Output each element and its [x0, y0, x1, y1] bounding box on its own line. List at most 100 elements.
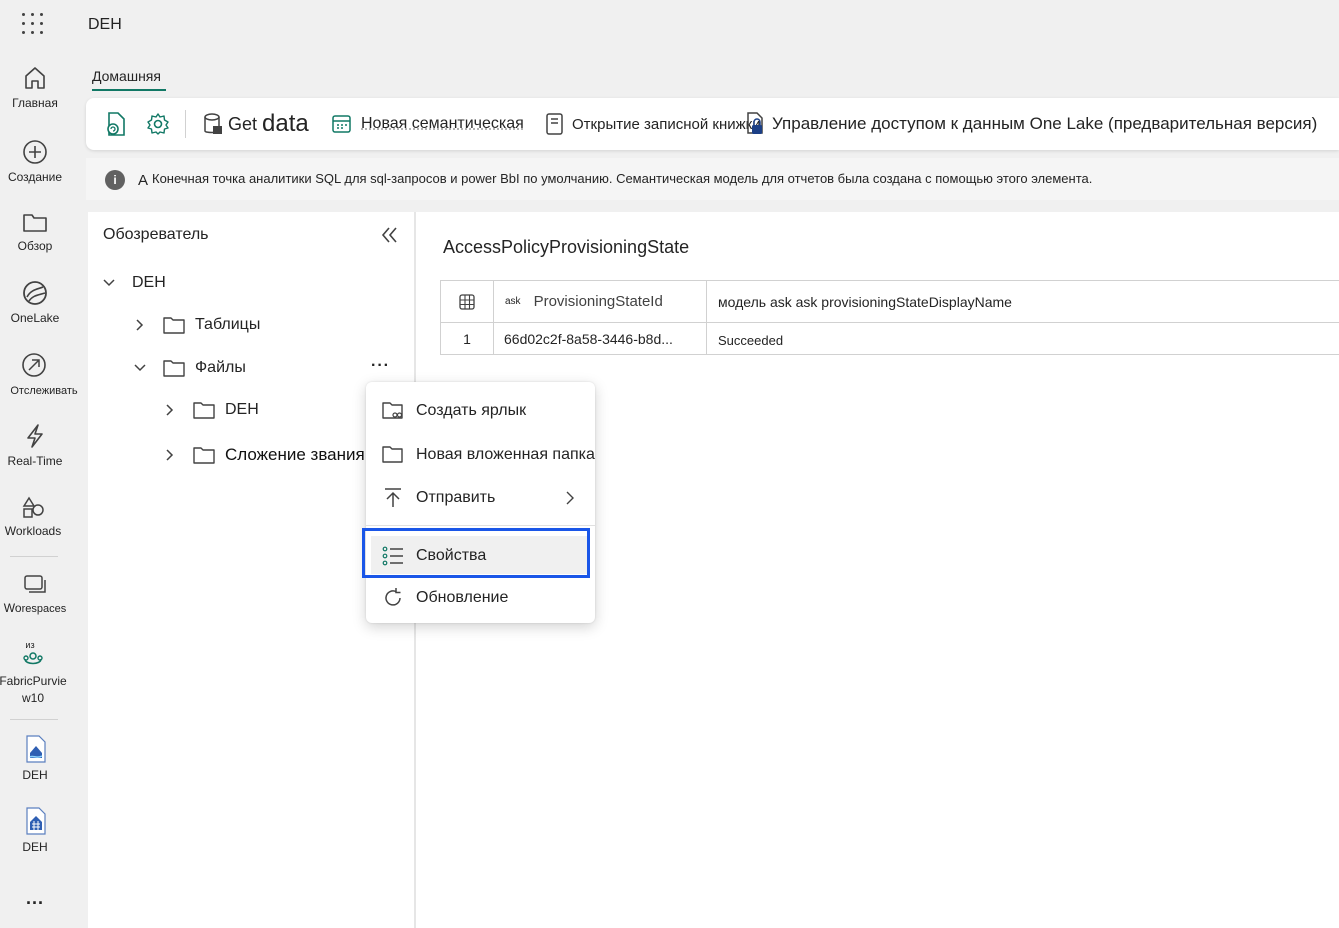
semantic-model-icon	[332, 115, 351, 133]
rail-workspace-fabric[interactable]: из FabricPurvie w10	[0, 640, 68, 706]
rail-browse-label: Обзор	[17, 239, 53, 253]
tree-item-deh-folder[interactable]: DEH	[163, 401, 259, 419]
onelake-icon	[23, 281, 47, 305]
rail-workspaces-label-b: respaces	[21, 603, 67, 615]
open-notebook-label: Открытие записной книжки	[572, 115, 761, 133]
rail-realtime[interactable]: Real-Time	[0, 422, 70, 468]
onelake-access-label: Управление доступом к данным One Lake (п…	[772, 114, 1318, 133]
rail-onelake-label: OneLake	[10, 311, 60, 325]
grid-corner[interactable]	[440, 280, 494, 323]
lock-document-icon	[747, 112, 763, 134]
files-more-options-button[interactable]: ···	[371, 357, 390, 375]
properties-highlight-box	[362, 528, 590, 578]
column-header-label: модель ask ask provisioningStateDisplayN…	[718, 293, 1012, 310]
menu-new-subfolder[interactable]: Новая вложенная папка	[366, 437, 595, 473]
ribbon-toolbar: Get data Новая семантическая Открытие за…	[86, 98, 1339, 150]
tree-item-tables-label: Таблицы	[195, 316, 261, 333]
rail-workspaces[interactable]: Worespaces	[0, 571, 70, 615]
chevron-right-icon	[136, 319, 144, 331]
chevron-right-icon	[566, 491, 574, 505]
menu-refresh[interactable]: Обновление	[366, 580, 595, 616]
rail-workspace-fabric-top: из	[25, 640, 35, 650]
chevron-right-icon	[166, 449, 174, 461]
gear-icon	[147, 113, 169, 135]
tree-root-deh[interactable]: DEH	[102, 274, 166, 292]
monitor-icon	[22, 353, 46, 377]
column-header-display-name[interactable]: модель ask ask provisioningStateDisplayN…	[706, 280, 1339, 323]
get-data-label-b: data	[262, 110, 309, 137]
menu-create-shortcut[interactable]: Создать ярлык	[366, 393, 595, 429]
cell-provisioning-state-id[interactable]: 66d02c2f-8a58-3446-b8d...	[493, 322, 707, 355]
tree-item-folder-2[interactable]: Сложение звания	[163, 445, 365, 465]
toolbar-divider	[185, 110, 186, 138]
rail-workspace-fabric-label-1: FabricPurvie	[0, 674, 67, 688]
upload-icon	[385, 488, 401, 507]
rail-workloads[interactable]: Workloads	[0, 494, 68, 538]
chevron-down-icon	[103, 279, 115, 287]
tree-item-files[interactable]: Файлы	[133, 359, 246, 377]
rail-monitor[interactable]: Отслеживать	[4, 351, 84, 397]
folder-icon	[382, 446, 403, 463]
tree-item-tables[interactable]: Таблицы	[133, 316, 260, 334]
warehouse-icon	[26, 807, 46, 835]
menu-create-shortcut-label: Создать ярлык	[416, 402, 527, 419]
rail-home[interactable]: Главная	[0, 64, 70, 110]
plus-circle-icon	[23, 140, 47, 164]
rail-home-label: Главная	[12, 96, 58, 110]
chevron-right-icon	[166, 404, 174, 416]
home-icon	[25, 67, 45, 89]
tree-item-folder-2-label: Сложение звания	[225, 445, 365, 464]
rail-item-deh-warehouse-label: DEH	[22, 840, 48, 854]
rail-realtime-label: Real-Time	[7, 454, 63, 468]
new-semantic-model-button[interactable]: Новая семантическая	[331, 108, 524, 140]
info-message: Конечная точка аналитики SQL для sql-зап…	[152, 171, 1093, 186]
menu-upload-label: Отправить	[416, 489, 496, 506]
chevron-down-icon	[134, 364, 146, 372]
rail-browse[interactable]: Обзор	[0, 209, 70, 253]
app-launcher-icon[interactable]	[22, 13, 46, 37]
folder-icon	[163, 360, 185, 377]
collapse-explorer-button[interactable]	[378, 224, 400, 246]
database-icon	[204, 113, 222, 134]
refresh-icon	[385, 588, 401, 606]
workspaces-icon	[24, 575, 46, 593]
lakehouse-icon	[26, 735, 46, 763]
menu-divider	[366, 525, 595, 526]
rail-monitor-label: Отслеживать	[10, 385, 78, 397]
folder-icon	[163, 317, 185, 334]
folder-icon	[193, 402, 215, 419]
rail-divider	[10, 556, 58, 557]
get-data-label-a: Get	[228, 113, 258, 134]
rail-workspaces-label-a: Wo	[3, 601, 22, 615]
settings-button[interactable]	[146, 108, 170, 140]
get-data-button[interactable]: Get data	[202, 108, 309, 140]
lightning-icon	[27, 424, 43, 448]
menu-upload[interactable]: Отправить	[366, 480, 595, 516]
tree-root-label: DEH	[132, 274, 166, 291]
onelake-access-button[interactable]: Управление доступом к данным One Lake (п…	[742, 108, 1317, 140]
menu-new-subfolder-label: Новая вложенная папка	[416, 446, 595, 463]
refresh-lakehouse-button[interactable]	[104, 108, 128, 140]
row-number: 1	[440, 322, 494, 355]
rail-workloads-label: Workloads	[4, 524, 62, 538]
rail-item-deh-warehouse[interactable]: DEH	[0, 806, 70, 854]
info-icon: i	[105, 170, 125, 190]
rail-item-deh-lakehouse[interactable]: DEH	[0, 734, 70, 782]
table-grid-icon	[459, 293, 475, 310]
folder-icon	[23, 214, 47, 232]
refresh-document-icon	[107, 112, 125, 136]
open-notebook-button[interactable]: Открытие записной книжки	[544, 108, 761, 140]
rail-item-deh-lakehouse-label: DEH	[22, 768, 48, 782]
cell-provisioning-state-display-name[interactable]: Succeeded	[706, 322, 1339, 355]
rail-more-button[interactable]: ...	[0, 888, 70, 909]
top-bar	[0, 0, 1339, 52]
column-header-provisioning-state-id[interactable]: ask ProvisioningStateId	[493, 280, 707, 323]
info-prefix: A	[138, 172, 149, 189]
rail-onelake[interactable]: OneLake	[0, 279, 70, 325]
folder-icon	[193, 447, 215, 464]
notebook-icon	[546, 113, 563, 135]
rail-create[interactable]: Создание	[0, 138, 70, 184]
tab-home[interactable]: Домашняя	[92, 68, 161, 84]
tree-item-files-label: Файлы	[195, 359, 246, 376]
tab-home-indicator	[92, 89, 166, 91]
